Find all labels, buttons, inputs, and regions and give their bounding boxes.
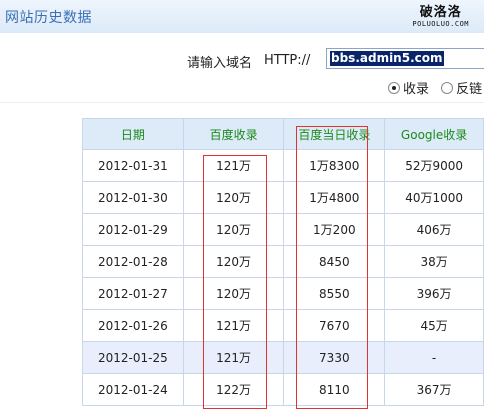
cell-baidu-daily: 1万8300 — [283, 149, 386, 182]
column-header-google-index: Google收录 — [384, 118, 484, 150]
site-logo: 破洛洛 POLUOLUO.COM — [412, 6, 469, 29]
cell-google-index: 406万 — [384, 213, 484, 246]
table-row: 2012-01-30 120万 1万4800 40万1000 — [82, 181, 484, 214]
divider — [0, 102, 484, 103]
cell-google-index: 367万 — [384, 373, 484, 406]
cell-baidu-index: 121万 — [182, 341, 285, 374]
cell-baidu-index: 120万 — [182, 213, 285, 246]
cell-google-index: - — [384, 341, 484, 374]
cell-date: 2012-01-24 — [82, 373, 184, 406]
cell-baidu-index: 122万 — [182, 373, 285, 406]
cell-baidu-daily: 1万200 — [283, 213, 386, 246]
radio-button-unchecked-icon[interactable] — [441, 82, 454, 94]
radio-label-backlink: 反链 — [456, 82, 483, 97]
radio-option-backlink[interactable]: 反链 — [441, 78, 482, 97]
column-header-date: 日期 — [82, 118, 184, 150]
cell-google-index: 45万 — [384, 309, 484, 342]
column-header-baidu-index: 百度收录 — [182, 118, 285, 150]
radio-button-checked-icon[interactable] — [388, 82, 400, 94]
cell-google-index: 52万9000 — [384, 149, 484, 182]
cell-date: 2012-01-31 — [82, 149, 184, 182]
table-row: 2012-01-29 120万 1万200 406万 — [82, 213, 484, 246]
logo-text-en: POLUOLUO.COM — [412, 20, 469, 28]
cell-baidu-index: 121万 — [182, 149, 285, 182]
column-header-baidu-daily: 百度当日收录 — [283, 118, 386, 150]
table-row: 2012-01-28 120万 8450 38万 — [82, 245, 484, 278]
cell-baidu-daily: 8110 — [283, 373, 386, 406]
cell-baidu-index: 120万 — [182, 181, 285, 214]
history-table: 日期 百度收录 百度当日收录 Google收录 2012-01-31 121万 … — [82, 118, 484, 406]
cell-date: 2012-01-27 — [82, 277, 184, 310]
table-row: 2012-01-31 121万 1万8300 52万9000 — [82, 149, 484, 182]
cell-google-index: 396万 — [384, 277, 484, 310]
cell-baidu-daily: 7330 — [283, 341, 386, 374]
table-header-row: 日期 百度收录 百度当日收录 Google收录 — [82, 118, 484, 150]
radio-option-index[interactable]: 收录 — [388, 78, 429, 97]
cell-date: 2012-01-29 — [82, 213, 184, 246]
table-row: 2012-01-24 122万 8110 367万 — [82, 373, 484, 406]
domain-input[interactable]: bbs.admin5.com — [326, 48, 484, 69]
cell-baidu-index: 120万 — [182, 245, 285, 278]
cell-baidu-daily: 8450 — [283, 245, 386, 278]
table-row: 2012-01-27 120万 8550 396万 — [82, 277, 484, 310]
http-prefix: HTTP:// — [264, 53, 311, 68]
cell-baidu-daily: 1万4800 — [283, 181, 386, 214]
table-row-highlighted: 2012-01-25 121万 7330 - — [82, 341, 484, 374]
domain-label: 请输入域名 — [187, 56, 253, 71]
query-panel: 请输入域名 HTTP:// bbs.admin5.com 收录 反链 — [0, 33, 484, 103]
query-type-radio-group: 收录 反链 — [388, 78, 484, 97]
logo-text-cn: 破洛洛 — [419, 5, 462, 20]
table-row: 2012-01-26 121万 7670 45万 — [82, 309, 484, 342]
domain-input-selected-text: bbs.admin5.com — [330, 51, 444, 66]
cell-google-index: 40万1000 — [384, 181, 484, 214]
cell-baidu-daily: 7670 — [283, 309, 386, 342]
cell-date: 2012-01-28 — [82, 245, 184, 278]
cell-baidu-index: 120万 — [182, 277, 285, 310]
cell-google-index: 38万 — [384, 245, 484, 278]
cell-baidu-daily: 8550 — [283, 277, 386, 310]
title-bar: 网站历史数据 破洛洛 POLUOLUO.COM — [0, 0, 484, 34]
page-title: 网站历史数据 — [5, 10, 92, 26]
cell-date: 2012-01-30 — [82, 181, 184, 214]
cell-date: 2012-01-26 — [82, 309, 184, 342]
cell-date: 2012-01-25 — [82, 341, 184, 374]
radio-label-index: 收录 — [403, 82, 430, 97]
cell-baidu-index: 121万 — [182, 309, 285, 342]
